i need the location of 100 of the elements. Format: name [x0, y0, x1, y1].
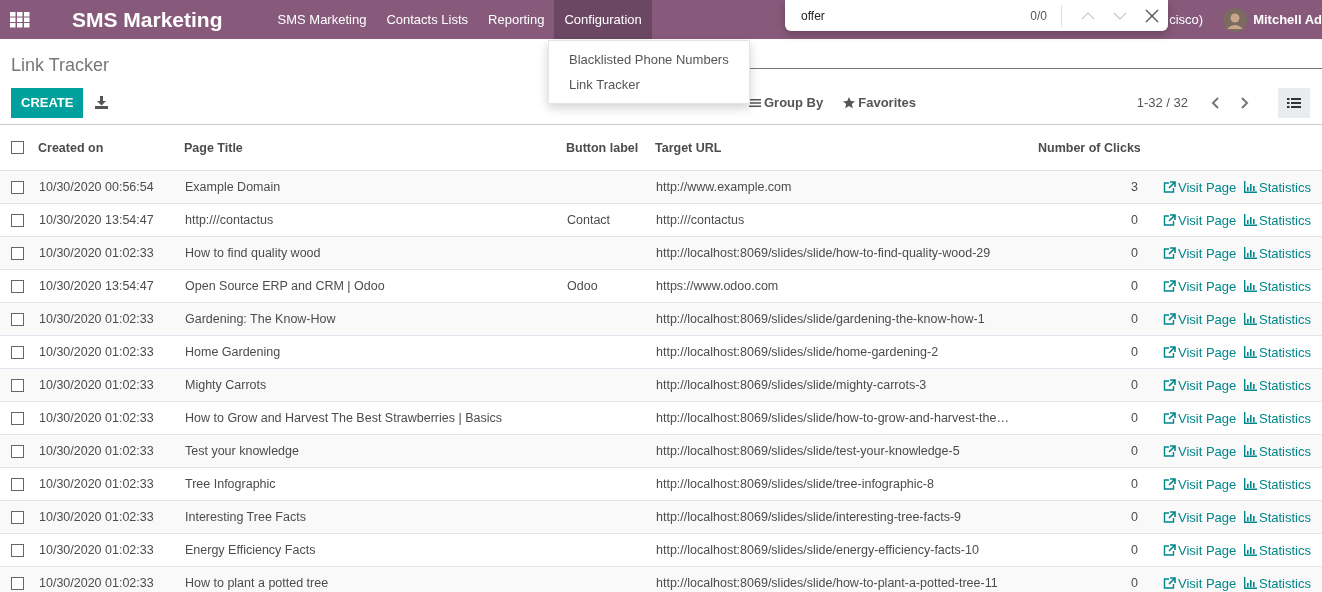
table-cell-text: 0 [1130, 345, 1139, 359]
visit-page-link[interactable]: Visit Page [1163, 410, 1238, 426]
next-icon[interactable] [1238, 96, 1250, 109]
external-link-icon [1163, 478, 1176, 490]
visit-page-link[interactable]: Visit Page [1163, 344, 1238, 360]
checkbox[interactable] [11, 213, 24, 227]
table-cell-text: http://www.example.com [655, 180, 793, 194]
table-row[interactable]: 10/30/2020 01:02:33 Interesting Tree Facts http://localhost:8069/slides/slide/interesting-tree-facts-9 0 Visit Page Statistics [0, 501, 1322, 534]
column-header[interactable]: Page Title [184, 140, 566, 155]
visit-page-link[interactable]: Visit Page [1163, 245, 1238, 261]
table-cell-text: 0 [1130, 444, 1139, 458]
statistics-link[interactable]: Statistics [1244, 179, 1322, 195]
column-header[interactable]: Button label [566, 140, 655, 155]
table-cell-text: Energy Efficiency Facts [184, 543, 317, 557]
checkbox[interactable] [11, 510, 24, 524]
statistics-link[interactable]: Statistics [1244, 443, 1322, 459]
visit-page-link[interactable]: Visit Page [1163, 212, 1238, 228]
checkbox[interactable] [11, 378, 24, 392]
app-name: SMS Marketing [72, 7, 223, 32]
statistics-link[interactable]: Statistics [1244, 542, 1322, 558]
column-header[interactable]: Number of Clicks [1038, 140, 1150, 155]
checkbox[interactable] [11, 180, 24, 194]
visit-page-link[interactable]: Visit Page [1163, 377, 1238, 393]
table-cell-text: Example Domain [184, 180, 282, 194]
visit-page-link[interactable]: Visit Page [1163, 443, 1238, 459]
menu-item[interactable]: Reporting [478, 0, 555, 39]
table-cell-text: http://localhost:8069/slides/slide/home-gardening-2 [655, 345, 940, 359]
favorites-button[interactable]: Favorites [843, 95, 917, 110]
external-link-icon [1163, 577, 1176, 589]
table-cell-text: 0 [1130, 477, 1139, 491]
menu-item[interactable]: SMS Marketing [267, 0, 377, 39]
visit-page-link[interactable]: Visit Page [1163, 542, 1238, 558]
checkbox[interactable] [11, 246, 24, 260]
statistics-link[interactable]: Statistics [1244, 377, 1322, 393]
external-link-icon [1163, 544, 1176, 556]
table-cell-text: 10/30/2020 01:02:33 [38, 510, 155, 524]
menu-item[interactable]: Configuration [554, 0, 652, 39]
table-cell-text: 0 [1130, 246, 1139, 260]
table-row[interactable]: 10/30/2020 01:02:33 How to find quality wood http://localhost:8069/slides/slide/how-to-find-quality-wood-29 0 Visit Page Statistics [0, 237, 1322, 270]
star-icon [843, 96, 856, 109]
create-button[interactable]: CREATE [11, 87, 84, 118]
table-cell-text: https://www.odoo.com [655, 279, 780, 293]
dropdown-item[interactable]: Link Tracker [549, 72, 749, 97]
statistics-link[interactable]: Statistics [1244, 575, 1322, 591]
statistics-link[interactable]: Statistics [1244, 311, 1322, 327]
checkbox[interactable] [11, 312, 24, 326]
table-row[interactable]: 10/30/2020 01:02:33 Gardening: The Know-How http://localhost:8069/slides/slide/gardening-the-know-how-1 0 Visit Page Statistics [0, 303, 1322, 336]
statistics-link[interactable]: Statistics [1244, 245, 1322, 261]
checkbox[interactable] [11, 576, 24, 590]
user-name[interactable]: Mitchell Ad [1253, 12, 1322, 27]
visit-page-link[interactable]: Visit Page [1163, 509, 1238, 525]
previous-icon[interactable] [1210, 96, 1222, 109]
bar-chart-icon [1244, 280, 1257, 292]
checkbox[interactable] [11, 345, 24, 359]
external-link-icon [1163, 379, 1176, 391]
table-cell-text: 3 [1130, 180, 1139, 194]
table-cell-text: 0 [1130, 510, 1139, 524]
external-link-icon [1163, 181, 1176, 193]
column-header[interactable]: Created on [38, 140, 184, 155]
table-cell-text: http://localhost:8069/slides/slide/how-to-grow-and-harvest-the… [655, 411, 1010, 425]
statistics-link[interactable]: Statistics [1244, 344, 1322, 360]
checkbox[interactable] [11, 279, 24, 293]
checkbox[interactable] [11, 444, 24, 458]
visit-page-link[interactable]: Visit Page [1163, 575, 1238, 591]
close-icon[interactable] [1144, 7, 1160, 24]
statistics-link[interactable]: Statistics [1244, 476, 1322, 492]
external-link-icon [1163, 313, 1176, 325]
table-cell-text: http:///contactus [184, 213, 275, 227]
dropdown-item[interactable]: Blacklisted Phone Numbers [549, 47, 749, 72]
visit-page-link[interactable]: Visit Page [1163, 179, 1238, 195]
statistics-link[interactable]: Statistics [1244, 509, 1322, 525]
statistics-link[interactable]: Statistics [1244, 212, 1322, 228]
table-row[interactable]: 10/30/2020 01:02:33 How to plant a potted tree http://localhost:8069/slides/slide/how-to-plant-a-potted-tree-11 0 Visit Page Statistics [0, 567, 1322, 592]
group-by-button[interactable]: Group By [749, 95, 824, 110]
visit-page-link[interactable]: Visit Page [1163, 311, 1238, 327]
column-header[interactable]: Target URL [655, 140, 1038, 155]
find-field[interactable]: offer [801, 8, 971, 23]
list-view-button[interactable] [1278, 87, 1310, 118]
table-row[interactable]: 10/30/2020 00:56:54 Example Domain http://www.example.com 3 Visit Page Statistics [0, 171, 1322, 204]
table-row[interactable]: 10/30/2020 01:02:33 Test your knowledge http://localhost:8069/slides/slide/test-your-knowledge-5 0 Visit Page Statistics [0, 435, 1322, 468]
menu-item[interactable]: Contacts Lists [376, 0, 479, 39]
statistics-link[interactable]: Statistics [1244, 278, 1322, 294]
company-name: cisco) [1169, 12, 1204, 27]
checkbox[interactable] [11, 411, 24, 425]
apps-menu-icon[interactable] [10, 11, 30, 28]
checkbox[interactable] [11, 141, 24, 154]
download-icon[interactable] [95, 96, 109, 109]
checkbox[interactable] [11, 477, 24, 491]
visit-page-link[interactable]: Visit Page [1163, 476, 1238, 492]
external-link-icon [1163, 445, 1176, 457]
table-cell-text: Interesting Tree Facts [184, 510, 307, 524]
table-cell-text: 0 [1130, 576, 1139, 590]
visit-page-link[interactable]: Visit Page [1163, 278, 1238, 294]
table-cell-text: 0 [1130, 213, 1139, 227]
table-row[interactable]: 10/30/2020 01:02:33 Mighty Carrots http://localhost:8069/slides/slide/mighty-carrots-3 0 Visit Page Statistics [0, 369, 1322, 402]
pager-value: 1-32 / 32 [1136, 95, 1188, 110]
statistics-link[interactable]: Statistics [1244, 410, 1322, 426]
checkbox[interactable] [11, 543, 24, 557]
match-count: 0/0 [1030, 8, 1047, 23]
external-link-icon [1163, 280, 1176, 292]
